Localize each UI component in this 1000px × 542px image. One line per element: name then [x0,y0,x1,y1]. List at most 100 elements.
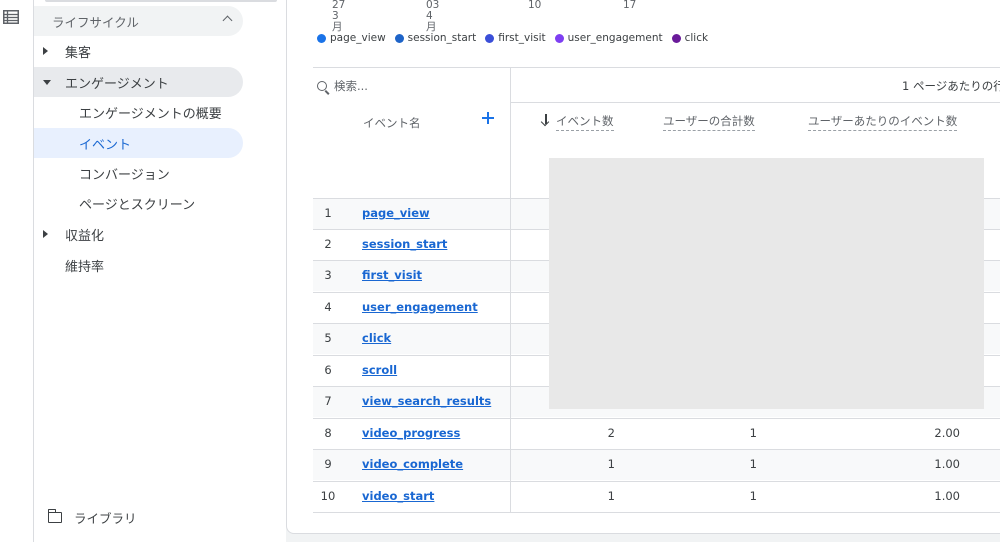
sidebar-item-label: 維持率 [65,259,105,275]
divider [313,449,1000,450]
row-index: 10 [320,489,336,503]
chevron-up-icon[interactable] [222,15,233,26]
sidebar-item-engagement-overview[interactable]: エンゲージメントの概要 [34,97,243,127]
legend-dot [317,33,326,43]
events-per-user-cell: 1.00 [934,489,960,503]
sidebar-item-label: ページとスクリーン [79,197,196,213]
row-index: 8 [324,426,332,440]
sidebar-item-events[interactable]: イベント [34,128,243,158]
divider [313,481,1000,482]
legend-item[interactable]: session_start [394,32,477,44]
row-index: 1 [324,206,332,220]
rows-per-page-label: 1 ページあたりの行 [902,79,1000,93]
row-index: 9 [324,457,332,471]
total-users-cell: 1 [749,426,757,440]
row-index: 4 [324,300,332,314]
sidebar-item-label: 集客 [65,45,92,61]
section-lifecycle-label: ライフサイクル [52,14,139,30]
row-index: 7 [324,394,332,408]
sidebar-nav: ライフサイクル 集客 エンゲージメント エンゲージメントの概要 イベント コンバ… [34,0,286,542]
expand-arrow-icon [43,47,48,55]
add-dimension-icon[interactable] [481,111,495,125]
legend-dot [554,33,564,43]
x-tick: 10 [528,0,541,11]
event-count-cell: 2 [607,426,615,440]
row-index: 5 [324,331,332,345]
sidebar-item-engagement[interactable]: エンゲージメント [34,67,243,97]
sidebar-item-label: 収益化 [65,228,105,244]
section-lifecycle[interactable]: ライフサイクル [34,6,243,36]
legend-item[interactable]: page_view [317,32,386,44]
header-event-name[interactable]: イベント名 [363,115,421,131]
legend-label: user_engagement [567,32,663,44]
table-row[interactable]: 8 video_progress 2 1 2.00 [313,418,1000,449]
legend-item[interactable]: click [671,32,709,44]
search-icon [317,81,327,91]
legend-dot [671,33,681,43]
expand-arrow-icon [43,230,48,238]
legend-label: page_view [330,32,386,44]
event-name-link[interactable]: scroll [362,363,397,377]
divider [313,512,1000,513]
library-label: ライブラリ [74,511,137,526]
divider [313,67,1000,68]
divider [510,102,1000,103]
legend-item[interactable]: first_visit [485,32,546,44]
event-name-link[interactable]: view_search_results [362,394,491,408]
row-index: 2 [324,237,332,251]
sidebar-item-acquisition[interactable]: 集客 [34,36,243,66]
sidebar-top-divider [45,0,277,2]
search-input[interactable] [334,76,494,96]
legend-label: click [684,32,709,44]
sidebar-item-retention[interactable]: 維持率 [34,250,243,280]
event-name-link[interactable]: click [362,331,391,345]
reports-icon[interactable] [3,10,19,24]
column-divider [510,67,511,513]
sidebar-item-label: エンゲージメントの概要 [79,106,222,122]
folder-icon [47,509,62,523]
total-users-cell: 1 [749,457,757,471]
x-tick: 27 3月 [332,0,345,33]
table-row[interactable]: 10 video_start 1 1 1.00 [313,481,1000,512]
row-index: 6 [324,363,332,377]
event-name-link[interactable]: video_progress [362,426,460,440]
events-per-user-cell: 2.00 [934,426,960,440]
table-row[interactable]: 9 video_complete 1 1 1.00 [313,449,1000,480]
sidebar-item-monetization[interactable]: 収益化 [34,219,243,249]
event-name-link[interactable]: user_engagement [362,300,478,314]
sidebar-item-label: コンバージョン [79,167,170,183]
event-name-link[interactable]: video_complete [362,457,463,471]
library-link[interactable]: ライブラリ [47,508,137,527]
event-name-link[interactable]: session_start [362,237,447,251]
chart-legend: page_view session_start first_visit user… [317,32,717,44]
header-total-users[interactable]: ユーザーの合計数 [663,113,755,131]
sort-descending-icon[interactable] [541,114,551,126]
x-tick: 17 [623,0,636,11]
header-event-count[interactable]: イベント数 [556,113,614,131]
legend-label: session_start [407,32,477,44]
x-tick-day: 10 [528,0,542,11]
x-tick: 03 4月 [426,0,439,33]
sidebar-item-label: イベント [79,137,132,153]
sidebar-item-pages-screens[interactable]: ページとスクリーン [34,188,243,218]
divider [313,418,1000,419]
total-users-cell: 1 [749,489,757,503]
event-count-cell: 1 [607,489,615,503]
sidebar-item-label: エンゲージメント [65,76,169,92]
collapse-arrow-icon [43,80,51,85]
row-index: 3 [324,268,332,282]
x-tick-month: 3月 [332,10,343,33]
legend-item[interactable]: user_engagement [554,32,663,44]
event-name-link[interactable]: page_view [362,206,430,220]
sidebar-item-conversions[interactable]: コンバージョン [34,158,243,188]
event-name-link[interactable]: video_start [362,489,434,503]
legend-label: first_visit [498,32,546,44]
icon-rail [0,0,34,542]
legend-dot [485,33,495,43]
redacted-area [549,158,984,409]
x-tick-day: 17 [623,0,637,11]
header-events-per-user[interactable]: ユーザーあたりのイベント数 [808,113,958,131]
event-count-cell: 1 [607,457,615,471]
events-per-user-cell: 1.00 [934,457,960,471]
event-name-link[interactable]: first_visit [362,268,422,282]
